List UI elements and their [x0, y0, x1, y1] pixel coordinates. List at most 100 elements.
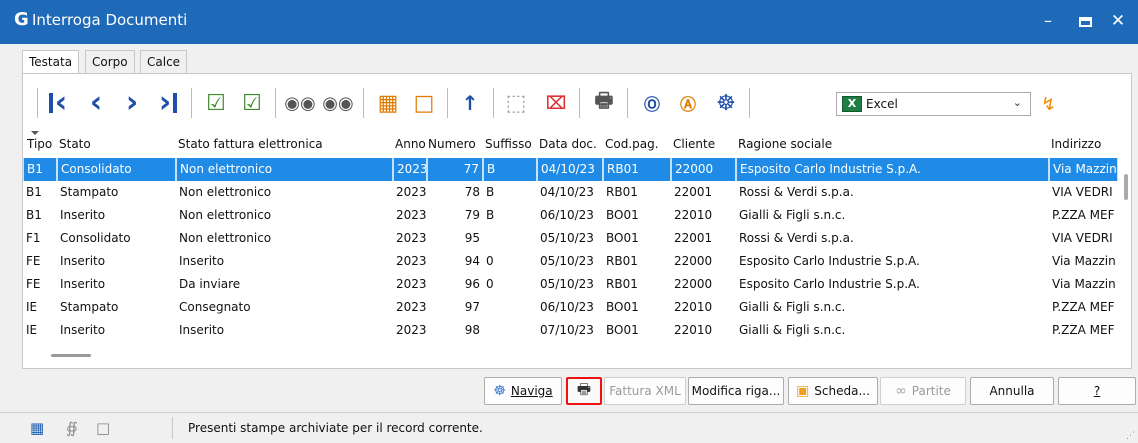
cell-ragione: Rossi & Verdi s.p.a. — [739, 185, 854, 199]
first-icon[interactable]: ‹ — [43, 88, 73, 118]
main-panel: ‹ ‹ › › ☑ ☑ ◉◉ ◉◉ ▦ □ ↑ ⬚ ⌧ 🖶 Ⓞ Ⓐ ☸ X Ex… — [22, 73, 1132, 369]
cell-cliente: 22000 — [674, 254, 713, 268]
cell-numero: 95 — [464, 231, 480, 245]
next-icon[interactable]: › — [117, 88, 147, 118]
cell-suffisso: B — [486, 185, 495, 199]
cell-numero: 98 — [464, 323, 480, 337]
table-row[interactable]: IE Stampato Consegnato 2023 97 06/10/23 BO01 22… — [23, 296, 1118, 319]
cell-anno: 2023 — [396, 277, 427, 291]
cell-data: 05/10/23 — [540, 231, 594, 245]
check-icon[interactable]: ☑ — [201, 89, 231, 117]
title-bar: G Interroga Documenti – ✕ — [0, 0, 1138, 44]
cell-codpag: BO01 — [606, 208, 639, 222]
prev-icon[interactable]: ‹ — [81, 88, 111, 118]
window-title: Interroga Documenti — [32, 11, 188, 29]
partite-label: Partite — [911, 384, 951, 398]
grid-view-icon[interactable]: ▦ — [30, 419, 44, 437]
cell-indirizzo: Via Mazzin — [1052, 277, 1116, 291]
cell-fe: Non elettronico — [176, 158, 393, 181]
cell-indirizzo: P.ZZA MEF — [1052, 323, 1115, 337]
vertical-scrollbar[interactable] — [1121, 154, 1131, 364]
cell-codpag: RB01 — [606, 254, 638, 268]
cell-codpag: RB01 — [606, 277, 638, 291]
last-icon[interactable]: › — [153, 88, 183, 118]
naviga-button[interactable]: ☸ Naviga — [484, 377, 562, 405]
a-icon[interactable]: Ⓐ — [673, 89, 703, 117]
deselect-icon[interactable]: ⌧ — [541, 89, 571, 117]
column-header[interactable]: Suffisso — [485, 137, 532, 151]
help-button[interactable]: ? — [1058, 377, 1136, 405]
cell-tipo: B1 — [26, 185, 42, 199]
attachment-icon[interactable]: ∯ — [66, 419, 78, 437]
column-header[interactable]: Ragione sociale — [738, 137, 832, 151]
export-format-select[interactable]: X Excel ⌄ — [836, 92, 1031, 116]
scheda-button[interactable]: ▣ Scheda... — [788, 377, 878, 405]
cell-suffisso — [483, 319, 537, 342]
table-row[interactable]: B1 Inserito Non elettronico 2023 79 B 06/10/23… — [23, 204, 1118, 227]
binoculars-run-icon[interactable]: ◉◉ — [322, 89, 353, 117]
column-header[interactable]: Cliente — [673, 137, 715, 151]
fattura-xml-button[interactable]: Fattura XML — [604, 377, 686, 405]
toolbar-separator — [447, 88, 448, 118]
export-format-value: Excel — [866, 97, 898, 111]
toolbar-separator — [363, 88, 364, 118]
table-row[interactable]: F1 Consolidato Non elettronico 2023 95 05/10/… — [23, 227, 1118, 250]
documents-grid: Tipo Stato Stato fattura elettronica Ann… — [23, 126, 1131, 368]
cell-stato: Stampato — [60, 185, 119, 199]
select-icon[interactable]: ⬚ — [501, 89, 531, 117]
table-row[interactable]: IE Inserito Inserito 2023 98 07/10/23 BO01 2201… — [23, 319, 1118, 342]
binoculars-icon[interactable]: ◉◉ — [284, 89, 315, 117]
cell-anno: 2023 — [396, 208, 427, 222]
columns-icon[interactable]: ▦ — [373, 89, 403, 117]
cell-data: 06/10/23 — [540, 300, 594, 314]
l-icon[interactable]: Ⓞ — [637, 89, 667, 117]
scheda-label: Scheda... — [814, 384, 870, 398]
close-button[interactable]: ✕ — [1103, 6, 1133, 36]
column-header[interactable]: Stato — [59, 137, 91, 151]
print-button[interactable]: 🖶 — [566, 377, 602, 405]
maximize-button[interactable] — [1070, 6, 1100, 36]
horizontal-scrollbar[interactable] — [51, 354, 91, 357]
minimize-button[interactable]: – — [1033, 6, 1063, 36]
sort-az-icon[interactable]: ↑ — [455, 89, 485, 117]
table-row[interactable]: B1 Stampato Non elettronico 2023 78 B 04/10/23… — [23, 181, 1118, 204]
toolbar-separator — [579, 88, 580, 118]
column-header[interactable]: Anno — [395, 137, 426, 151]
cell-fe: Inserito — [179, 323, 225, 337]
table-row[interactable]: FE Inserito Da inviare 2023 96 0 05/10/23 RB01 2… — [23, 273, 1118, 296]
toolbar-separator — [191, 88, 192, 118]
check-all-icon[interactable]: ☑ — [237, 89, 267, 117]
cell-fe: Non elettronico — [179, 231, 272, 245]
table-row[interactable]: FE Inserito Inserito 2023 94 0 05/10/23 RB01 220… — [23, 250, 1118, 273]
cell-stato: Stampato — [60, 300, 119, 314]
cell-codpag: BO01 — [606, 323, 639, 337]
column-header[interactable]: Numero — [428, 137, 476, 151]
column-header[interactable]: Cod.pag. — [605, 137, 659, 151]
status-message: Presenti stampe archiviate per il record… — [188, 421, 483, 435]
modifica-riga-button[interactable]: Modifica riga... — [688, 377, 784, 405]
resize-grip-icon[interactable]: ⋰ — [1126, 431, 1135, 441]
table-row[interactable]: B1 Consolidato Non elettronico 2023 77 B 04/10… — [23, 158, 1118, 181]
column-header[interactable]: Data doc. — [539, 137, 597, 151]
annulla-label: Annulla — [989, 384, 1035, 398]
tab-calce[interactable]: Calce — [140, 50, 188, 74]
help-label: ? — [1093, 384, 1101, 398]
column-header[interactable]: Tipo — [27, 137, 52, 151]
cell-ragione: Esposito Carlo Industrie S.p.A. — [736, 158, 1049, 181]
partite-button[interactable]: ∞ Partite — [880, 377, 966, 405]
cell-suffisso: 0 — [486, 277, 494, 291]
tag-icon[interactable]: □ — [409, 89, 439, 117]
tag-icon[interactable]: □ — [96, 419, 110, 437]
cell-indirizzo: Via Mazzin — [1049, 158, 1118, 181]
column-header[interactable]: Indirizzo — [1051, 137, 1101, 151]
column-header[interactable]: Stato fattura elettronica — [178, 137, 323, 151]
ship-wheel-icon[interactable]: ☸ — [711, 89, 741, 117]
print-icon[interactable]: 🖶 — [589, 88, 619, 117]
bolt-icon[interactable]: ↯ — [1041, 94, 1056, 115]
tab-testata[interactable]: Testata — [22, 50, 80, 75]
cell-fe: Consegnato — [179, 300, 251, 314]
cell-cliente: 22000 — [671, 158, 736, 181]
tab-corpo[interactable]: Corpo — [85, 50, 135, 74]
cell-codpag: RB01 — [603, 158, 671, 181]
annulla-button[interactable]: Annulla — [970, 377, 1054, 405]
